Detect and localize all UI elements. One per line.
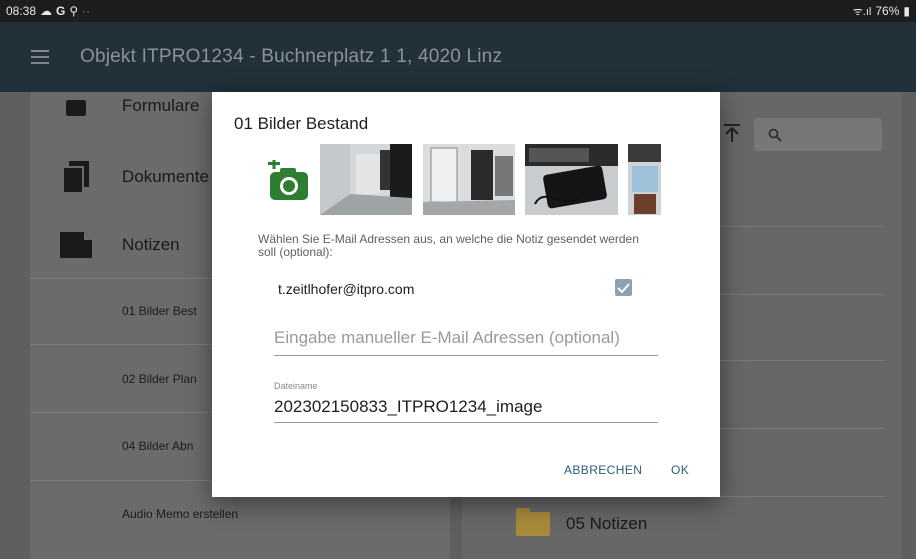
list-item[interactable]: 01 Bilder Best — [122, 304, 197, 318]
sidebar-item-label: Formulare — [122, 96, 200, 115]
location-icon: ⚲ — [69, 4, 79, 18]
email-hint-text: Wählen Sie E-Mail Adressen aus, an welch… — [258, 232, 639, 259]
cancel-button[interactable]: ABBRECHEN — [564, 463, 642, 477]
note-icon — [60, 232, 92, 258]
status-bar: 08:38 ☁ G ⚲ ·· ᯤ.ıl 76% ▮ — [0, 0, 916, 22]
sidebar-item-label: Notizen — [122, 235, 180, 254]
photo-thumbnail[interactable] — [525, 144, 618, 215]
manual-email-input[interactable]: Eingabe manueller E-Mail Adressen (optio… — [274, 328, 658, 356]
photo-thumbnail[interactable] — [628, 144, 661, 215]
battery-percent: 76% — [875, 4, 900, 18]
list-item[interactable]: 02 Bilder Plan — [122, 372, 197, 386]
search-input[interactable] — [754, 118, 882, 151]
email-option-label: t.zeitlhofer@itpro.com — [278, 281, 415, 297]
form-icon — [66, 100, 86, 116]
photo-thumbnail[interactable] — [423, 144, 515, 215]
documents-icon — [63, 161, 89, 193]
ok-button[interactable]: OK — [671, 463, 689, 477]
upload-icon[interactable] — [724, 124, 740, 142]
search-icon — [768, 128, 782, 142]
cloud-icon: ☁ — [40, 4, 53, 18]
battery-icon: ▮ — [903, 4, 910, 18]
google-icon: G — [56, 4, 66, 18]
folder-label: 05 Notizen — [566, 514, 648, 533]
signal-icon: ᯤ.ıl — [852, 5, 872, 18]
folder-item[interactable]: 05 Notizen — [516, 508, 648, 536]
check-icon — [617, 282, 630, 293]
app-bar: Objekt ITPRO1234 - Buchnerplatz 1 1, 402… — [0, 22, 916, 92]
time: 08:38 — [6, 4, 37, 18]
overflow-dots: ·· — [82, 4, 91, 18]
sidebar-item-label: Dokumente — [122, 167, 209, 186]
add-photo-icon[interactable] — [268, 160, 310, 202]
email-checkbox[interactable] — [615, 279, 632, 296]
list-item[interactable]: Audio Memo erstellen — [122, 507, 238, 521]
photo-thumbnail[interactable] — [320, 144, 412, 215]
dialog-title: 01 Bilder Bestand — [234, 114, 369, 133]
filename-value: 202302150833_ITPRO1234_image — [274, 397, 543, 416]
filename-input[interactable]: 202302150833_ITPRO1234_image — [274, 397, 658, 423]
filename-label: Dateiname — [274, 381, 318, 391]
list-item[interactable]: 04 Bilder Abn — [122, 439, 193, 453]
menu-icon[interactable] — [0, 50, 80, 64]
manual-email-placeholder: Eingabe manueller E-Mail Adressen (optio… — [274, 328, 620, 347]
page-title: Objekt ITPRO1234 - Buchnerplatz 1 1, 402… — [80, 46, 503, 67]
folder-icon — [516, 508, 550, 536]
send-note-dialog: 01 Bilder Bestand Wählen Sie E-Mail Adre… — [212, 92, 720, 497]
